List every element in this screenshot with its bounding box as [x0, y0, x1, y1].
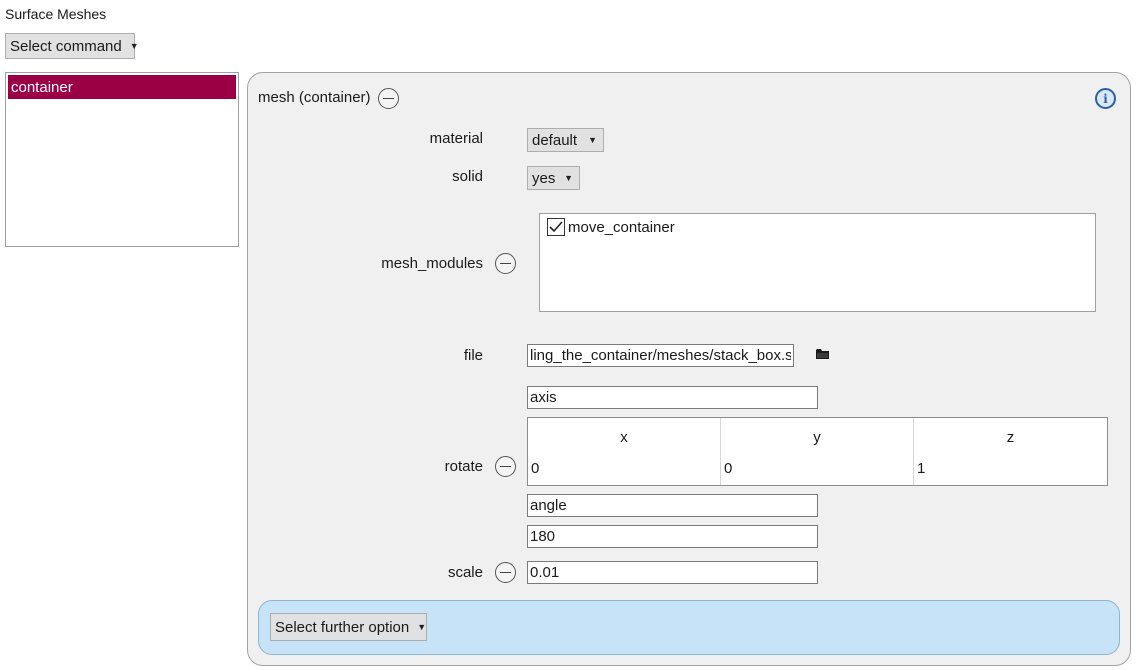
solid-label: solid	[452, 168, 483, 185]
info-icon[interactable]: i	[1095, 88, 1116, 109]
axis-y-cell[interactable]: y 0	[721, 418, 914, 485]
material-dropdown[interactable]: default ▼	[527, 128, 604, 152]
mesh-modules-label: mesh_modules	[381, 255, 483, 272]
column-header-x: x	[620, 429, 628, 446]
module-item[interactable]: move_container	[547, 218, 675, 236]
page-title: Surface Meshes	[5, 6, 107, 22]
chevron-down-icon: ▼	[564, 173, 573, 183]
collapse-scale-icon[interactable]	[495, 562, 516, 583]
further-option-label: Select further option	[275, 618, 410, 636]
axis-y-value[interactable]: 0	[724, 460, 732, 477]
solid-dropdown[interactable]: yes ▼	[527, 166, 580, 190]
select-command-label: Select command	[10, 37, 122, 55]
collapse-mesh-modules-icon[interactable]	[495, 253, 516, 274]
angle-label: angle	[530, 497, 567, 514]
collapse-mesh-icon[interactable]	[378, 88, 399, 109]
angle-value-input[interactable]: 180	[527, 525, 818, 548]
list-item[interactable]: container	[8, 75, 236, 99]
folder-icon[interactable]	[816, 348, 830, 360]
solid-value: yes	[532, 169, 556, 187]
select-command-dropdown[interactable]: Select command ▼	[5, 33, 139, 59]
chevron-down-icon: ▼	[588, 135, 597, 145]
column-header-y: y	[813, 429, 821, 446]
axis-z-cell[interactable]: z 1	[914, 418, 1107, 485]
axis-x-value[interactable]: 0	[531, 460, 539, 477]
panel-title: mesh (container)	[258, 89, 371, 106]
axis-label: axis	[530, 389, 557, 406]
mesh-modules-list[interactable]: move_container	[539, 213, 1096, 312]
angle-field[interactable]: angle	[527, 494, 818, 517]
mesh-list[interactable]: container	[5, 72, 239, 247]
material-label: material	[429, 130, 483, 147]
column-header-z: z	[1006, 429, 1015, 446]
scale-value: 0.01	[530, 564, 560, 581]
file-label: file	[463, 347, 483, 364]
angle-value: 180	[530, 528, 556, 545]
select-further-option-dropdown[interactable]: Select further option ▼	[270, 613, 427, 641]
scale-label: scale	[447, 564, 483, 581]
chevron-down-icon: ▼	[129, 41, 139, 51]
rotation-axis-table[interactable]: x 0 y 0 z 1	[527, 417, 1108, 486]
file-path-value: ling_the_container/meshes/stack_box.stl	[530, 347, 791, 364]
axis-z-value[interactable]: 1	[917, 460, 925, 477]
checkmark-icon	[549, 221, 563, 233]
axis-x-cell[interactable]: x 0	[528, 418, 721, 485]
collapse-rotate-icon[interactable]	[495, 456, 516, 477]
material-value: default	[532, 131, 578, 149]
file-path-input[interactable]: ling_the_container/meshes/stack_box.stl	[527, 344, 794, 367]
module-name: move_container	[568, 218, 675, 236]
scale-input[interactable]: 0.01	[527, 561, 818, 584]
checkbox[interactable]	[547, 218, 565, 236]
rotate-label: rotate	[444, 458, 483, 475]
axis-field[interactable]: axis	[527, 386, 818, 409]
chevron-down-icon: ▼	[417, 622, 427, 632]
